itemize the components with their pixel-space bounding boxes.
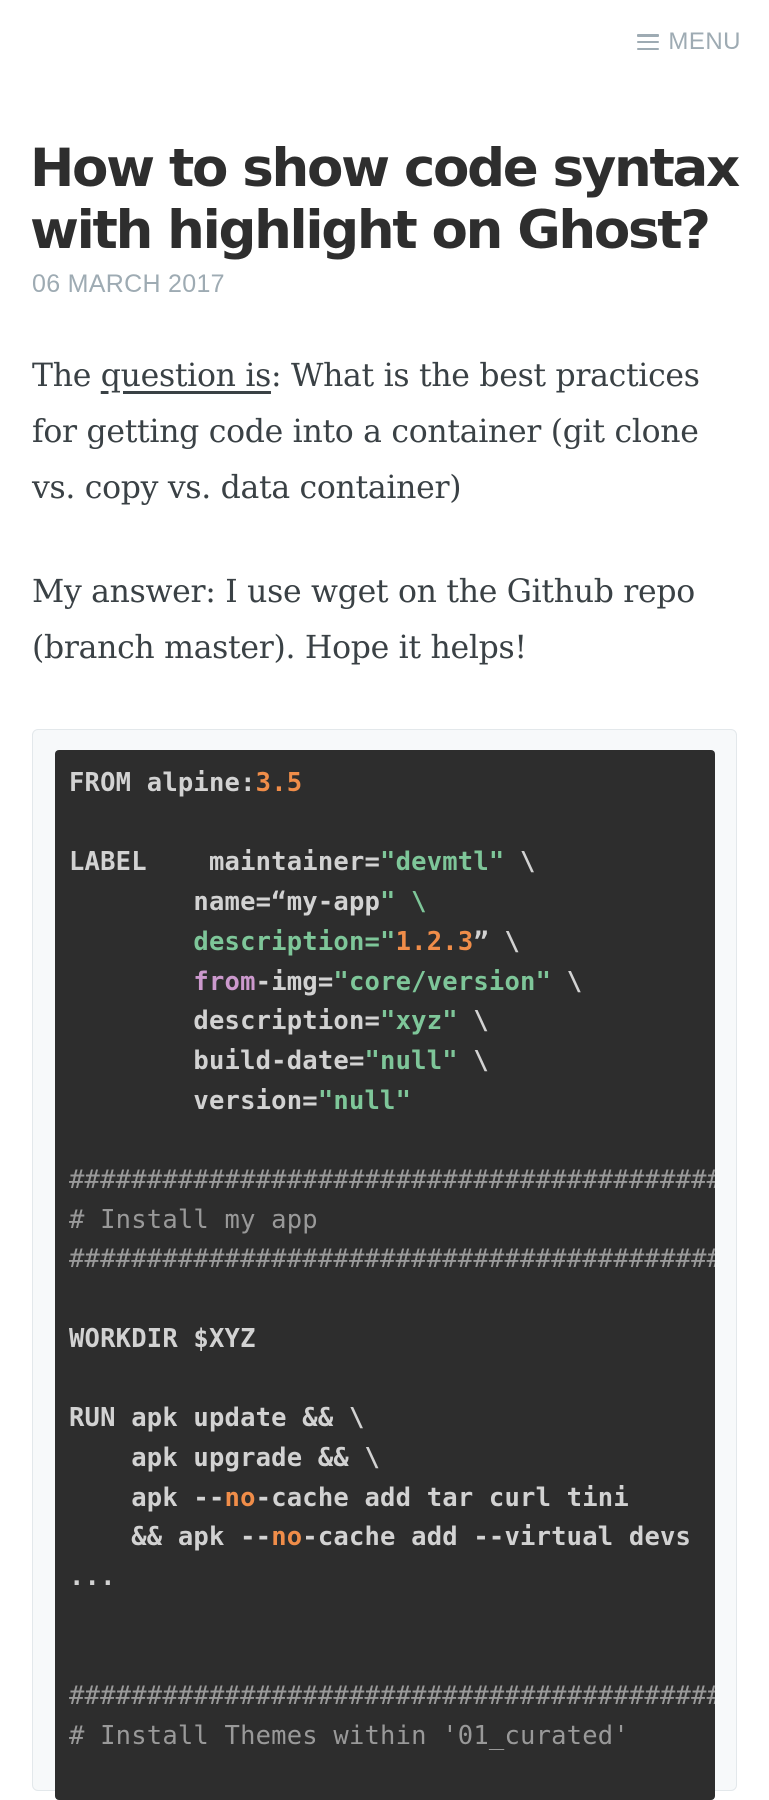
post-date: 06 MARCH 2017 [32,270,225,298]
code-line: from-img="core/version" \ [193,966,583,997]
code-content: FROM alpine:3.5 LABEL maintainer="devmtl… [55,750,715,1757]
code-comment: # Install my app [69,1204,318,1235]
code-line: apk upgrade && \ [69,1442,381,1473]
menu-button[interactable]: MENU [637,28,741,56]
menu-label: MENU [668,28,741,55]
code-line: build-date="null" \ [69,1045,489,1076]
code-line: WORKDIR $XYZ [69,1323,256,1354]
code-line: FROM alpine:3.5 [69,768,303,798]
p1-text-before: The [32,358,101,394]
code-line: description="xyz" \ [69,1006,489,1037]
post-paragraph-answer: My answer: I use wget on the Github repo… [32,574,695,666]
code-frame: FROM alpine:3.5 LABEL maintainer="devmtl… [32,729,737,1800]
code-line: RUN apk update && \ [69,1403,365,1434]
code-line: name=“my-app" \ [69,887,427,918]
post-paragraph-question: The question is: What is the best practi… [32,348,732,516]
post-title: How to show code syntax with highlight o… [30,138,740,261]
code-comment: # Install Themes within '01_curated' [69,1720,629,1751]
code-line: apk --no-cache add tar curl tini [69,1482,629,1513]
code-line: LABEL maintainer="devmtl" \ [69,847,536,878]
code-line: description="1.2.3” \ [69,926,521,957]
hamburger-menu-icon [637,34,660,50]
question-link[interactable]: question is [101,358,272,394]
code-line: && apk --no-cache add --virtual devs [69,1522,692,1553]
code-line: ... [69,1562,116,1593]
code-line: version="null" [69,1085,412,1116]
code-block[interactable]: FROM alpine:3.5 LABEL maintainer="devmtl… [55,750,715,1800]
code-comment: ########################################… [69,1244,715,1275]
code-comment: ########################################… [69,1165,715,1196]
code-comment: ########################################… [69,1681,715,1712]
